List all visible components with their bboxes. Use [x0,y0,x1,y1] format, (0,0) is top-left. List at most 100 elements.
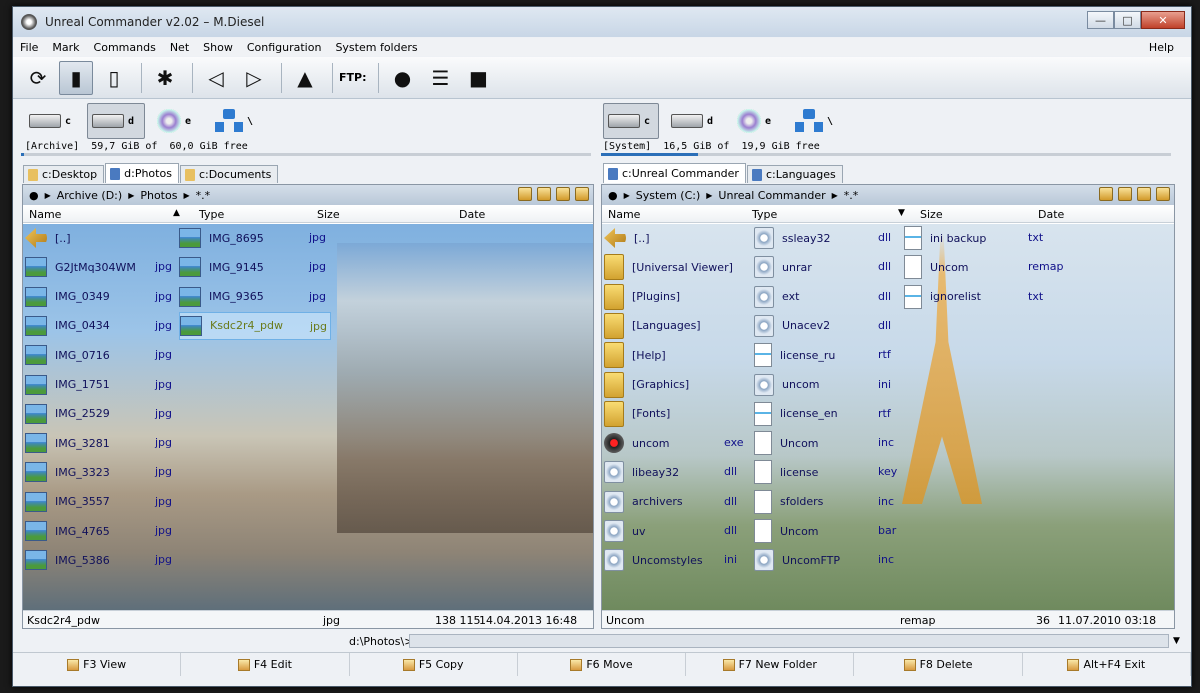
file-item[interactable]: sfolders inc [754,488,900,516]
column-type[interactable]: Type [199,208,224,221]
path-filter[interactable]: *.* [196,189,211,202]
file-item[interactable]: [..] [604,224,750,252]
f4-edit-button[interactable]: F4 Edit [181,653,350,676]
menu-net[interactable]: Net [163,41,196,54]
file-item[interactable]: libeay32 dll [604,458,750,486]
column-name[interactable]: Name [29,208,61,221]
file-item[interactable]: ext dll [754,283,900,311]
favorite-icon[interactable] [1137,187,1151,201]
file-item[interactable]: Unacev2 dll [754,312,900,340]
file-item[interactable]: ssleay32 dll [754,224,900,252]
tab-c-documents[interactable]: c:Documents [179,165,279,183]
column-date[interactable]: Date [1038,208,1064,221]
refresh-icon[interactable]: ⟳ [21,61,55,95]
tab-c-languages[interactable]: c:Languages [746,165,843,183]
file-item[interactable]: Ksdc2r4_pdw jpg [179,311,331,340]
file-item[interactable]: IMG_3323 jpg [25,458,175,486]
right-file-list[interactable]: [..] [Universal Viewer] [Plugins] [Language… [602,224,1174,610]
f8-delete-button[interactable]: F8 Delete [854,653,1023,676]
column-name[interactable]: Name [608,208,640,221]
file-item[interactable]: [..] [25,224,175,252]
select-mask-icon[interactable]: ✱ [148,61,182,95]
menu-show[interactable]: Show [196,41,240,54]
path-segment[interactable]: Photos [140,189,177,202]
right-panel-icon[interactable]: ▯ [97,61,131,95]
alt-f4-exit-button[interactable]: Alt+F4 Exit [1023,653,1191,676]
compare-left-icon[interactable]: ◁ [199,61,233,95]
left-drive-network[interactable]: \ [211,103,259,139]
file-item[interactable]: IMG_0349 jpg [25,283,175,311]
compare-right-icon[interactable]: ▷ [237,61,271,95]
chevron-down-icon[interactable]: ▼ [1173,636,1180,646]
menu-system-folders[interactable]: System folders [328,41,424,54]
left-file-list[interactable]: [..] G2JtMq304WM jpg IMG_0349 jpg IMG_0434 jpg… [23,224,593,610]
file-item[interactable]: UncomFTP inc [754,546,900,574]
right-file-panel[interactable]: ● ▶ System (C:) ▶ Unreal Commander ▶ *.* Na… [601,184,1175,629]
file-item[interactable]: IMG_2529 jpg [25,400,175,428]
file-item[interactable]: IMG_0716 jpg [25,341,175,369]
tab-c-unreal-commander[interactable]: c:Unreal Commander [603,163,746,183]
column-size[interactable]: Size [317,208,340,221]
file-item[interactable]: IMG_1751 jpg [25,371,175,399]
file-item[interactable]: ignorelist txt [904,283,1054,311]
menu-mark[interactable]: Mark [45,41,86,54]
file-item[interactable]: license_ru rtf [754,341,900,369]
file-item[interactable]: uv dll [604,517,750,545]
right-path-bar[interactable]: ● ▶ System (C:) ▶ Unreal Commander ▶ *.* [602,185,1174,205]
title-bar[interactable]: Unreal Commander v2.02 – M.Diesel — □ ✕ [13,7,1191,37]
file-item[interactable]: Uncom bar [754,517,900,545]
file-item[interactable]: uncom ini [754,371,900,399]
menu-commands[interactable]: Commands [87,41,163,54]
tab-d-photos[interactable]: d:Photos [105,163,179,183]
favorite-icon[interactable] [556,187,570,201]
file-item[interactable]: IMG_3281 jpg [25,429,175,457]
file-item[interactable]: IMG_9365 jpg [179,283,331,311]
column-size[interactable]: Size [920,208,943,221]
path-segment[interactable]: Unreal Commander [718,189,825,202]
file-item[interactable]: IMG_0434 jpg [25,312,175,340]
file-item[interactable]: [Graphics] [604,371,750,399]
menu-file[interactable]: File [13,41,45,54]
sort-down-icon[interactable]: ▼ [898,208,905,218]
file-item[interactable]: IMG_8695 jpg [179,224,331,252]
file-item[interactable]: unrar dll [754,253,900,281]
file-item[interactable]: license_en rtf [754,400,900,428]
close-button[interactable]: ✕ [1141,11,1185,29]
right-drive-c[interactable]: c [603,103,659,139]
home-icon[interactable] [518,187,532,201]
f5-copy-button[interactable]: F5 Copy [350,653,518,676]
ftp-disconnect-icon[interactable]: ■ [461,61,495,95]
file-item[interactable]: license key [754,458,900,486]
tab-c-desktop[interactable]: c:Desktop [23,165,105,183]
file-item[interactable]: Uncomstyles ini [604,546,750,574]
maximize-button[interactable]: □ [1114,11,1141,29]
file-item[interactable]: [Languages] [604,312,750,340]
left-path-bar[interactable]: ● ▶ Archive (D:) ▶ Photos ▶ *.* [23,185,593,205]
ftp-list-icon[interactable]: ☰ [423,61,457,95]
file-item[interactable]: Uncom remap [904,253,1064,281]
right-drive-d[interactable]: d [667,103,725,139]
file-item[interactable]: [Help] [604,341,750,369]
menu-help[interactable]: Help [1142,41,1181,54]
app-icon[interactable] [21,14,37,30]
history-icon[interactable] [575,187,589,201]
column-type[interactable]: Type [752,208,777,221]
file-item[interactable]: uncom exe [604,429,750,457]
f6-move-button[interactable]: F6 Move [518,653,687,676]
f7-new-folder-button[interactable]: F7 New Folder [686,653,855,676]
file-item[interactable]: G2JtMq304WM jpg [25,253,175,281]
file-item[interactable]: [Plugins] [604,283,750,311]
sort-up-icon[interactable]: ▲ [173,208,180,218]
file-item[interactable]: IMG_3557 jpg [25,488,175,516]
history-icon[interactable] [1156,187,1170,201]
file-item[interactable]: [Universal Viewer] [604,253,750,281]
left-drive-c[interactable]: c [25,103,83,139]
file-item[interactable]: IMG_5386 jpg [25,546,175,574]
back-icon[interactable] [1118,187,1132,201]
menu-configuration[interactable]: Configuration [240,41,329,54]
file-item[interactable]: ini backup txt [904,224,1054,252]
left-panel-icon[interactable]: ▮ [59,60,93,95]
file-item[interactable]: IMG_9145 jpg [179,253,331,281]
path-segment[interactable]: System (C:) [636,189,701,202]
pack-icon[interactable]: ▲ [288,61,322,95]
